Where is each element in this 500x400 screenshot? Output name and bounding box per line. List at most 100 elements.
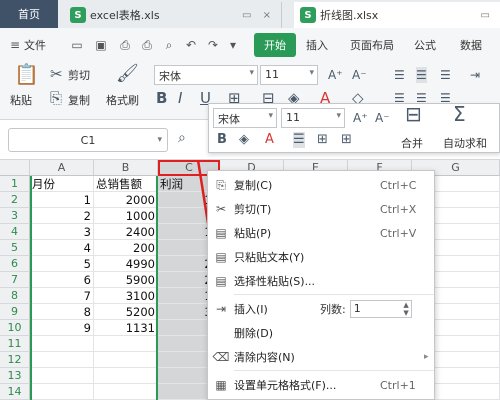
chevron-right-icon: ▸ [424,352,429,362]
font-color-icon[interactable]: A [265,132,274,148]
tab-excel-label: excel表格.xls [90,9,160,22]
menu-item-copy[interactable]: ⎘ 复制(C) Ctrl+C [208,173,436,197]
menu-item-insert[interactable]: ⇥ 插入(I) 列数: 1 ▲ ▼ [208,297,436,321]
print-preview-icon[interactable]: ⌕ [162,38,176,52]
menu-item-cut[interactable]: ✂ 剪切(T) Ctrl+X [208,197,436,221]
undo-icon[interactable]: ↶ [184,38,198,52]
name-box-value: C1 [80,133,96,147]
copy-icon: ⎘ [216,177,226,192]
indent-icon[interactable]: ⇥ [470,67,480,83]
menu-item-paste-special[interactable]: ▤ 选择性粘贴(S)... [208,269,436,293]
font-size-value: 11 [265,68,279,81]
tab-home-label: 首页 [18,8,40,21]
cut-button[interactable]: 剪切 [68,67,90,83]
folder-icon[interactable]: ▭ [70,38,84,52]
align-bottom-icon[interactable]: ☰ [440,67,451,83]
font-grow-icon[interactable]: A⁺ [328,67,343,83]
menu-item-shortcut: Ctrl+C [380,178,417,192]
tab-controls-icon[interactable]: ▭ [481,10,494,21]
redo-icon[interactable]: ↷ [206,38,220,52]
paste-icon[interactable]: 📋 [14,64,39,84]
menu-item-label: 剪切(T) [234,203,272,216]
stepper-arrows-icon[interactable]: ▲ ▼ [403,301,408,317]
mini-font-name-select[interactable]: 宋体 ▾ [213,108,277,128]
zoom-icon[interactable]: ⌕ [178,130,186,146]
scissors-icon: ✂ [215,202,227,216]
align-top-icon[interactable]: ☰ [394,67,405,83]
menu-item-label: 插入(I) [234,303,268,316]
paste-text-icon: ▤ [215,250,227,264]
menu-item-label: 选择性粘贴(S)... [234,275,316,288]
format-painter-icon[interactable]: 🖌 [116,65,139,83]
menu-item-label: 设置单元格格式(F)... [234,379,337,392]
title-bar: 首页 S excel表格.xls ▭ × S 折线图.xlsx ▭ [0,0,500,28]
font-size-select[interactable]: 11 ▾ [260,65,318,85]
context-menu: ⎘ 复制(C) Ctrl+C ✂ 剪切(T) Ctrl+X ▤ 粘贴(P) Ct… [207,170,435,400]
copy-icon[interactable]: ⎘ [50,90,62,106]
border-icon[interactable]: ⊞ [317,132,328,148]
menu-item-delete[interactable]: 删除(D) [208,321,436,345]
sum-icon[interactable]: Σ [453,104,466,124]
menu-start[interactable]: 开始 [254,33,296,57]
mini-font-size-value: 11 [286,111,300,124]
mini-font-name-value: 宋体 [218,113,240,126]
chevron-down-icon[interactable]: ▾ [226,38,240,52]
menu-item-shortcut: Ctrl+V [380,226,417,240]
print-icon[interactable]: ⎙ [140,38,154,52]
merge-button[interactable]: 合并 [401,135,423,151]
menu-file[interactable]: 文件 [24,37,46,53]
bold-icon[interactable]: B [156,90,167,106]
align-middle-icon[interactable]: ☰ [416,67,427,83]
menu-separator [234,294,434,295]
mini-font-size-select[interactable]: 11 ▾ [281,108,345,128]
spreadsheet-icon: S [70,7,86,23]
font-grow-icon[interactable]: A⁺ [353,110,368,126]
tab-excel-file[interactable]: S excel表格.xls ▭ × [64,2,282,28]
chevron-down-icon: ▾ [268,111,273,121]
menu-item-shortcut: Ctrl+1 [380,378,416,392]
tab-home[interactable]: 首页 [0,0,58,28]
name-box[interactable]: C1 ▾ [8,128,168,152]
menu-item-format-cells[interactable]: ▦ 设置单元格格式(F)... Ctrl+1 [208,373,436,397]
menu-insert[interactable]: 插入 [306,37,328,53]
autosum-button[interactable]: 自动求和 [443,135,487,151]
save-icon[interactable]: ▣ [94,38,108,52]
fill-color-icon[interactable]: ◈ [239,132,249,148]
tab-linechart-label: 折线图.xlsx [320,9,379,22]
menu-formula[interactable]: 公式 [414,37,436,53]
spreadsheet-icon: S [300,7,316,23]
menu-item-paste-text-only[interactable]: ▤ 只粘贴文本(Y) [208,245,436,269]
menu-page-layout[interactable]: 页面布局 [350,37,394,53]
menu-item-label: 删除(D) [234,327,274,340]
columns-count-label: 列数: [320,303,346,316]
format-painter-button[interactable]: 格式刷 [106,92,139,108]
columns-count-input[interactable]: 1 ▲ ▼ [349,300,412,318]
scissors-icon[interactable]: ✂ [50,66,63,82]
paste-button[interactable]: 粘贴 [10,92,32,108]
chevron-down-icon: ▾ [249,68,254,78]
hamburger-icon[interactable]: ≡ [8,38,22,52]
tab-linechart-file[interactable]: S 折线图.xlsx ▭ [294,2,500,28]
font-shrink-icon[interactable]: A⁻ [352,67,367,83]
menu-item-paste[interactable]: ▤ 粘贴(P) Ctrl+V [208,221,436,245]
menu-data[interactable]: 数据 [460,37,482,53]
italic-icon[interactable]: I [178,90,182,106]
merge-cells-icon[interactable]: ⊞ [341,132,352,148]
font-shrink-icon[interactable]: A⁻ [375,110,390,126]
font-name-select[interactable]: 宋体 ▾ [154,65,258,85]
columns-count-value: 1 [353,302,361,315]
insert-column-icon: ⇥ [215,302,227,316]
menu-bar: ≡ 文件 ▭ ▣ ⎙ ⎙ ⌕ ↶ ↷ ▾ 开始 插入 页面布局 公式 数据 [0,28,500,62]
merge-icon[interactable]: ⊟ [405,104,422,124]
export-icon[interactable]: ⎙ [118,38,132,52]
tab-controls-icon[interactable]: ▭ × [242,10,275,21]
paste-icon: ▤ [215,226,227,240]
menu-item-clear-contents[interactable]: ⌫ 清除内容(N) ▸ [208,345,436,369]
copy-button[interactable]: 复制 [68,92,90,108]
clear-icon: ⌫ [212,350,230,364]
mini-toolbar: 宋体 ▾ 11 ▾ A⁺ A⁻ ⊟ Σ B ◈ A ☰ ⊞ ⊞ 合并 自动求和 [208,103,500,153]
paste-special-icon: ▤ [215,274,227,288]
align-center-icon[interactable]: ☰ [293,132,305,148]
chevron-down-icon: ▾ [157,135,162,145]
bold-icon[interactable]: B [217,132,227,148]
